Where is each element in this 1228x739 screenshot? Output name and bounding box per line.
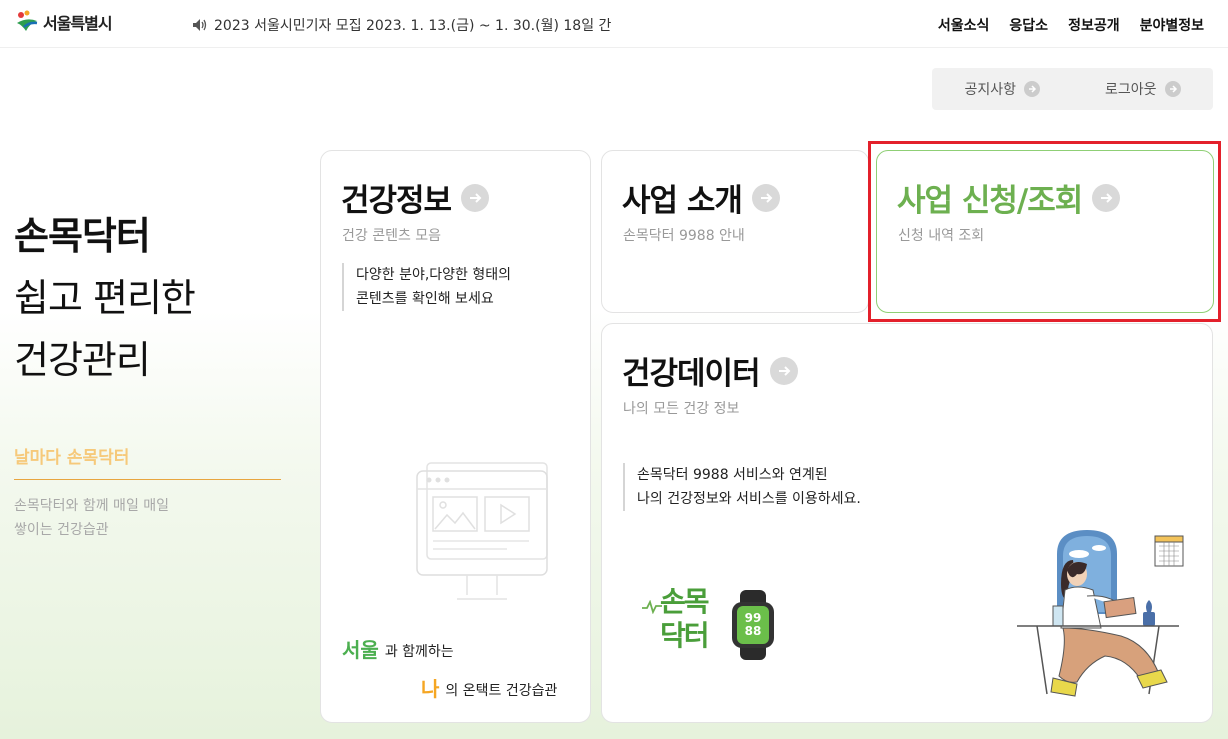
arrow-right-icon xyxy=(751,183,780,212)
hero-heading: 손목닥터 쉽고 편리한 건강관리 xyxy=(14,205,196,391)
hero-subtitle: 날마다 손목닥터 xyxy=(14,448,130,468)
card-health-data-title: 건강데이터 xyxy=(622,348,798,393)
quote-line-2: 콘텐츠를 확인해 보세요 xyxy=(356,291,494,307)
nav-item-response[interactable]: 응답소 xyxy=(1009,15,1048,35)
quote-line-2: 나의 건강정보와 서비스를 이용하세요. xyxy=(637,491,861,507)
hero-desc-line-2: 쌓이는 건강습관 xyxy=(14,522,109,538)
logo-word-2: 닥터 xyxy=(660,619,710,652)
card-quote: 다양한 분야,다양한 형태의 콘텐츠를 확인해 보세요 xyxy=(342,263,511,311)
hero-line-2: 쉽고 편리한 xyxy=(14,276,196,320)
notice-text[interactable]: 2023 서울시민기자 모집 2023. 1. 13.(금) ~ 1. 30.(… xyxy=(214,15,611,35)
card-business-intro[interactable]: 사업 소개 손목닥터 9988 안내 xyxy=(601,150,869,313)
seoul-tagline: 서울 과 함께하는 xyxy=(342,634,454,663)
card-title-text: 건강데이터 xyxy=(622,356,761,392)
card-title-text: 사업 소개 xyxy=(622,183,743,219)
card-title-text: 건강정보 xyxy=(341,183,452,219)
nav-item-field-info[interactable]: 분야별정보 xyxy=(1140,15,1204,35)
top-bar: 서울특별시 2023 서울시민기자 모집 2023. 1. 13.(금) ~ 1… xyxy=(0,0,1228,48)
arrow-right-icon xyxy=(769,356,798,385)
seoul-logo-icon xyxy=(17,10,38,31)
global-nav: 서울소식 응답소 정보공개 분야별정보 xyxy=(938,15,1204,35)
seoul-tag-text: 과 함께하는 xyxy=(384,644,454,660)
card-health-info[interactable]: 건강정보 건강 콘텐츠 모음 다양한 분야,다양한 형태의 콘텐츠를 확인해 보… xyxy=(320,150,591,723)
notice-button-label: 공지사항 xyxy=(964,82,1017,98)
hero-line-1: 손목닥터 xyxy=(14,214,151,258)
woman-at-desk-illustration xyxy=(1017,530,1184,697)
pulse-icon xyxy=(642,600,662,614)
sonmok-doctor-logo: 손목 닥터 99 88 xyxy=(642,586,782,664)
watch-bottom-digits: 88 xyxy=(744,624,762,638)
monitor-media-icon xyxy=(416,462,548,600)
logo-text: 서울특별시 xyxy=(43,14,113,33)
card-health-info-title: 건강정보 xyxy=(341,175,490,220)
arrow-right-icon xyxy=(1164,81,1181,97)
logout-button-label: 로그아웃 xyxy=(1104,82,1157,98)
watch-icon: 99 88 xyxy=(732,590,774,660)
hero-description: 손목닥터와 함께 매일 매일 쌓이는 건강습관 xyxy=(14,494,169,542)
card-quote: 손목닥터 9988 서비스와 연계된 나의 건강정보와 서비스를 이용하세요. xyxy=(623,463,861,511)
card-health-data[interactable]: 건강데이터 나의 모든 건강 정보 손목닥터 9988 서비스와 연계된 나의 … xyxy=(601,323,1213,723)
nav-item-info-disclosure[interactable]: 정보공개 xyxy=(1068,15,1120,35)
hero-divider xyxy=(14,479,281,480)
seoul-logo[interactable]: 서울특별시 xyxy=(14,9,113,35)
quote-line-1: 다양한 분야,다양한 형태의 xyxy=(356,267,512,283)
hero-line-3: 건강관리 xyxy=(14,338,151,382)
card-subtitle: 손목닥터 9988 안내 xyxy=(623,228,745,244)
hero-desc-line-1: 손목닥터와 함께 매일 매일 xyxy=(14,498,170,514)
logo-word-1: 손목 xyxy=(660,585,710,618)
nav-item-seoul-news[interactable]: 서울소식 xyxy=(938,15,990,35)
logout-button[interactable]: 로그아웃 xyxy=(1073,79,1214,99)
arrow-right-icon xyxy=(1024,81,1041,97)
quote-line-1: 손목닥터 9988 서비스와 연계된 xyxy=(637,467,828,483)
utility-bar: 공지사항 로그아웃 xyxy=(932,68,1213,110)
na-tagline: 나 의 온택트 건강습관 xyxy=(421,673,557,702)
notice-button[interactable]: 공지사항 xyxy=(932,79,1073,99)
arrow-right-icon xyxy=(461,183,490,212)
seoul-word: 서울 xyxy=(342,638,379,662)
na-word: 나 xyxy=(421,677,440,701)
card-subtitle: 나의 모든 건강 정보 xyxy=(623,401,740,417)
card-business-intro-title: 사업 소개 xyxy=(622,175,780,220)
card-subtitle: 건강 콘텐츠 모음 xyxy=(342,228,442,244)
notice-ticker[interactable]: 2023 서울시민기자 모집 2023. 1. 13.(금) ~ 1. 30.(… xyxy=(192,15,611,35)
speaker-icon xyxy=(193,19,207,31)
na-tag-text: 의 온택트 건강습관 xyxy=(445,683,558,699)
highlight-box xyxy=(868,141,1221,322)
